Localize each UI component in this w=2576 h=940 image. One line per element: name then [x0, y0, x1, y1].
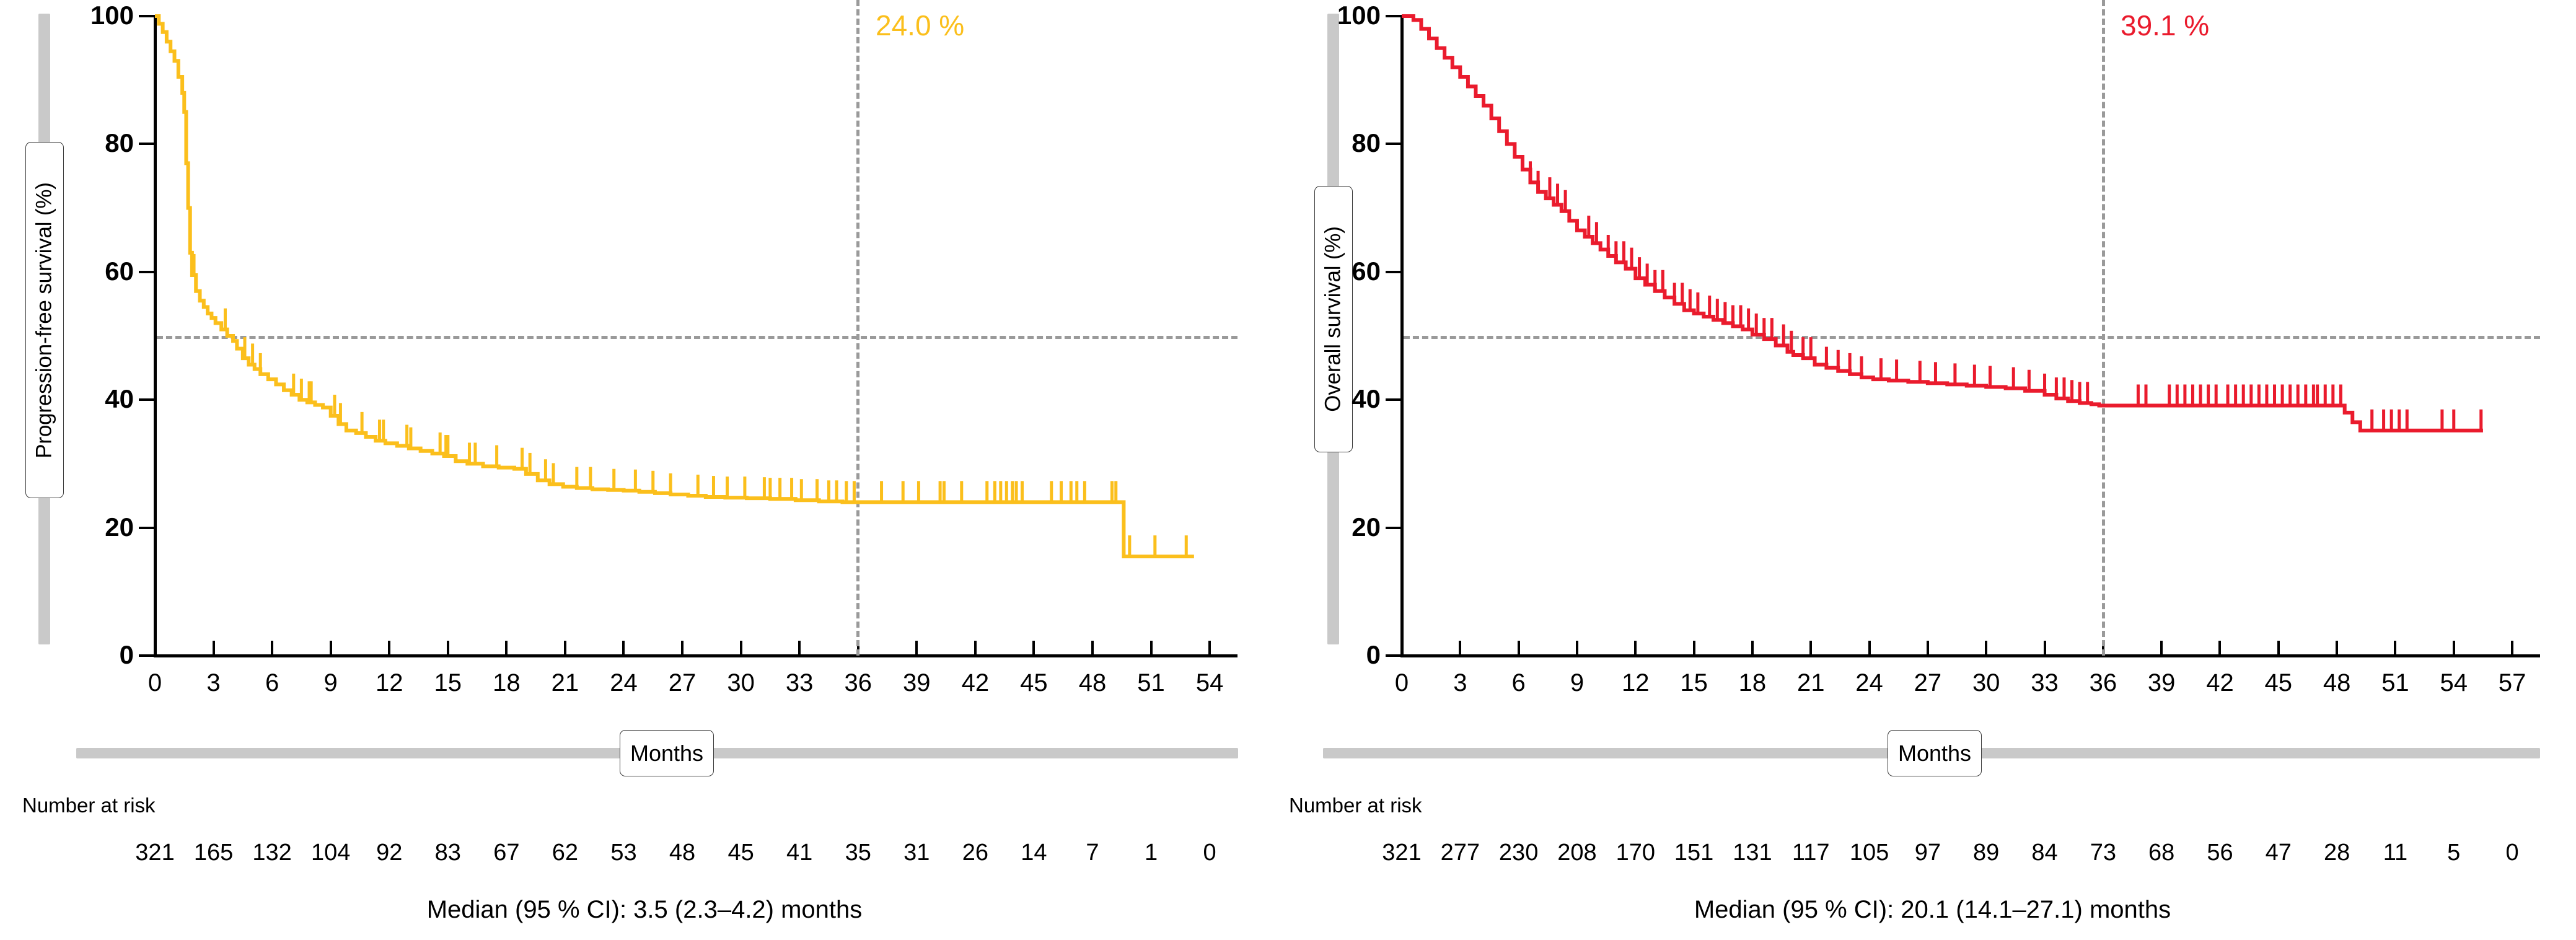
number-at-risk-value: 56 [2207, 840, 2233, 866]
number-at-risk-value: 105 [1849, 840, 1889, 866]
number-at-risk-value: 47 [2265, 840, 2292, 866]
number-at-risk-value: 117 [1791, 840, 1830, 866]
number-at-risk-value: 67 [493, 840, 520, 866]
number-at-risk-value: 208 [1557, 840, 1597, 866]
number-at-risk-title-pfs: Number at risk [22, 794, 156, 817]
number-at-risk-value: 35 [845, 840, 871, 866]
number-at-risk-value: 45 [728, 840, 754, 866]
x-axis-label-pfs: Months [630, 740, 704, 766]
number-at-risk-value: 11 [2383, 840, 2408, 866]
number-at-risk-value: 165 [193, 840, 234, 866]
number-at-risk-value: 41 [786, 840, 813, 866]
number-at-risk-value: 132 [252, 840, 292, 866]
plot-area-pfs: 100 80 60 40 20 0 0 3 6 9 12 15 18 21 24 27 30 33 36 39 42 4… [0, 0, 1289, 695]
plot-area-os: 100 80 60 40 20 0 0 3 6 9 12 15 18 21 24 27 30 33 36 39 42 4… [1289, 0, 2576, 695]
number-at-risk-value: 321 [135, 840, 175, 866]
number-at-risk-value: 131 [1733, 840, 1772, 866]
number-at-risk-value: 277 [1440, 840, 1480, 866]
number-at-risk-value: 7 [1086, 840, 1099, 866]
number-at-risk-value: 83 [434, 840, 461, 866]
number-at-risk-value: 5 [2447, 840, 2461, 866]
median-summary-os: Median (95 % CI): 20.1 (14.1–27.1) month… [1694, 896, 2171, 923]
number-at-risk-value: 92 [376, 840, 403, 866]
survival-step-path [155, 14, 1194, 559]
survival-curve-os [1402, 14, 2483, 433]
number-at-risk-value: 0 [1203, 840, 1216, 866]
kaplan-meier-figure: Progression-free survival (%) 100 80 60 40 2… [0, 0, 2576, 940]
number-at-risk-value: 151 [1674, 840, 1714, 866]
x-axis-label-box-os: Months [1888, 730, 1982, 776]
number-at-risk-value: 97 [1914, 840, 1941, 866]
number-at-risk-value: 1 [1144, 840, 1158, 866]
panel-progression-free-survival: Progression-free survival (%) 100 80 60 40 2… [0, 0, 1289, 940]
number-at-risk-value: 0 [2505, 840, 2519, 866]
number-at-risk-value: 26 [962, 840, 988, 866]
number-at-risk-value: 230 [1498, 840, 1539, 866]
x-axis-label-box-pfs: Months [620, 730, 714, 776]
number-at-risk-value: 104 [310, 840, 351, 866]
x-axis-label-os: Months [1897, 740, 1972, 766]
number-at-risk-value: 84 [2031, 840, 2058, 866]
panel-overall-survival: Overall survival (%) 100 80 60 40 20 0 0 3 6 9 12… [1289, 0, 2576, 940]
median-summary-pfs: Median (95 % CI): 3.5 (2.3–4.2) months [426, 896, 863, 923]
number-at-risk-value: 73 [2090, 840, 2116, 866]
number-at-risk-value: 48 [669, 840, 696, 866]
number-at-risk-value: 53 [610, 840, 637, 866]
number-at-risk-value: 14 [1021, 840, 1047, 866]
survival-curve-pfs [155, 14, 1194, 559]
number-at-risk-value: 321 [1382, 840, 1422, 866]
number-at-risk-value: 170 [1615, 840, 1655, 866]
number-at-risk-value: 28 [2323, 840, 2350, 866]
number-at-risk-value: 89 [1973, 840, 2000, 866]
censoring-tick-group [192, 253, 1188, 557]
number-at-risk-value: 31 [903, 840, 930, 866]
number-at-risk-value: 62 [552, 840, 579, 866]
number-at-risk-title-os: Number at risk [1289, 794, 1422, 817]
number-at-risk-value: 68 [2148, 840, 2175, 866]
survival-step-path [1402, 14, 2483, 433]
